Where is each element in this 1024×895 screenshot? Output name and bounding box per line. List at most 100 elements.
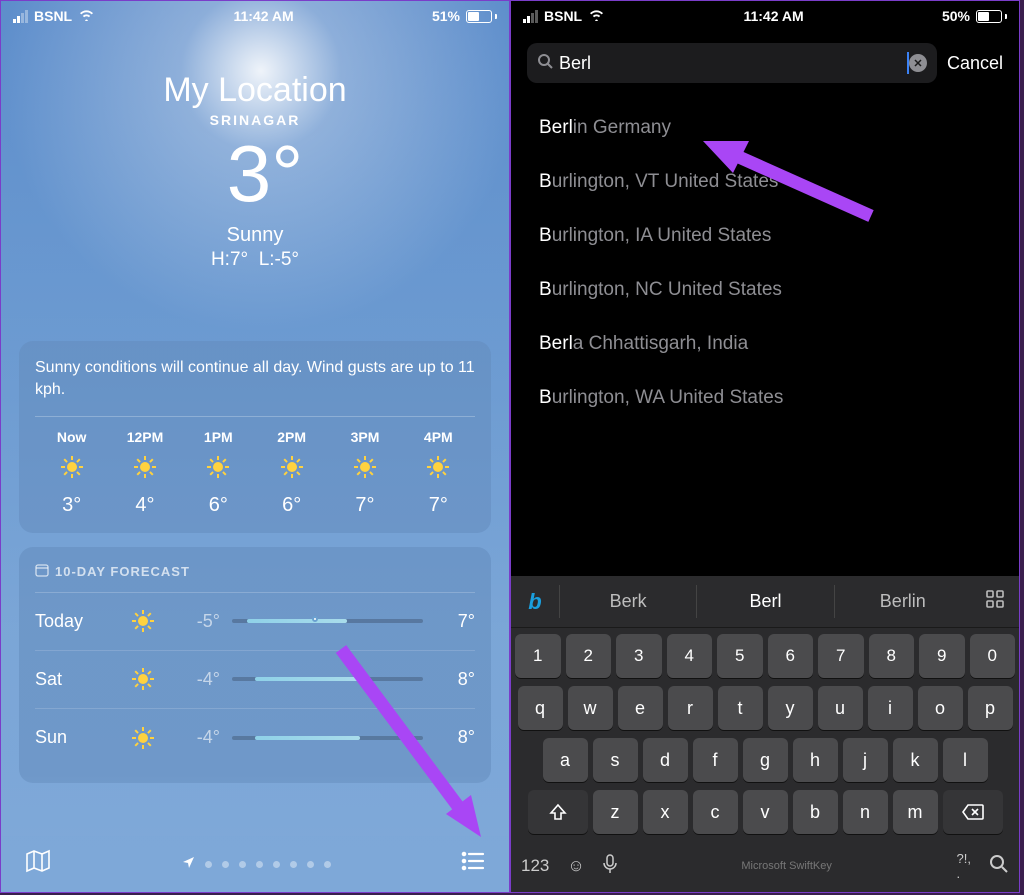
search-result[interactable]: Burlington, VT United States: [539, 155, 991, 209]
search-result[interactable]: Berlin Germany: [539, 101, 991, 155]
key-s[interactable]: s: [593, 738, 638, 782]
search-field[interactable]: ✕: [527, 43, 937, 83]
hour-time: 1PM: [204, 429, 233, 445]
key-h[interactable]: h: [793, 738, 838, 782]
location-title: My Location: [1, 71, 509, 110]
signal-icon: [523, 10, 538, 23]
page-dot[interactable]: [307, 861, 314, 868]
key-e[interactable]: e: [618, 686, 663, 730]
emoji-key[interactable]: ☺: [567, 856, 584, 876]
summary-text: Sunny conditions will continue all day. …: [35, 357, 475, 417]
key-i[interactable]: i: [868, 686, 913, 730]
wifi-icon: [78, 8, 95, 25]
hourly-item: 12PM4°: [108, 429, 181, 517]
keyboard-grid-icon[interactable]: [971, 590, 1019, 613]
forecast-header: 10-DAY FORECAST: [35, 563, 475, 593]
key-0[interactable]: 0: [970, 634, 1016, 678]
hi-lo-label: H:7° L:-5°: [1, 249, 509, 271]
key-t[interactable]: t: [718, 686, 763, 730]
bing-icon[interactable]: b: [511, 589, 559, 615]
temp-range-bar: [232, 677, 423, 681]
page-dot[interactable]: [256, 861, 263, 868]
key-r[interactable]: r: [668, 686, 713, 730]
signal-icon: [13, 10, 28, 23]
sun-icon: [133, 455, 157, 484]
list-button[interactable]: [461, 851, 485, 877]
clear-button[interactable]: ✕: [909, 54, 927, 72]
current-temp: 3°: [21, 134, 509, 214]
mic-key[interactable]: [603, 854, 617, 879]
search-result[interactable]: Burlington, WA United States: [539, 371, 991, 425]
suggestion[interactable]: Berlin: [834, 585, 971, 618]
sun-icon: [206, 455, 230, 484]
key-b[interactable]: b: [793, 790, 838, 834]
key-d[interactable]: d: [643, 738, 688, 782]
key-4[interactable]: 4: [667, 634, 713, 678]
forecast-low: -4°: [170, 669, 220, 690]
key-n[interactable]: n: [843, 790, 888, 834]
key-7[interactable]: 7: [818, 634, 864, 678]
forecast-day: Sat: [35, 669, 115, 690]
search-input[interactable]: [559, 53, 906, 74]
key-k[interactable]: k: [893, 738, 938, 782]
key-5[interactable]: 5: [717, 634, 763, 678]
key-v[interactable]: v: [743, 790, 788, 834]
hourly-item: 3PM7°: [328, 429, 401, 517]
sun-icon: [60, 455, 84, 484]
key-1[interactable]: 1: [515, 634, 561, 678]
suggestion[interactable]: Berk: [559, 585, 696, 618]
key-2[interactable]: 2: [566, 634, 612, 678]
key-u[interactable]: u: [818, 686, 863, 730]
key-3[interactable]: 3: [616, 634, 662, 678]
hourly-card: Sunny conditions will continue all day. …: [19, 341, 491, 533]
backspace-key[interactable]: [943, 790, 1003, 834]
key-w[interactable]: w: [568, 686, 613, 730]
key-a[interactable]: a: [543, 738, 588, 782]
key-8[interactable]: 8: [869, 634, 915, 678]
status-time: 11:42 AM: [95, 8, 432, 24]
key-z[interactable]: z: [593, 790, 638, 834]
wifi-icon: [588, 8, 605, 25]
map-button[interactable]: [25, 849, 51, 879]
page-dot[interactable]: [222, 861, 229, 868]
key-y[interactable]: y: [768, 686, 813, 730]
key-c[interactable]: c: [693, 790, 738, 834]
search-result[interactable]: Burlington, NC United States: [539, 263, 991, 317]
key-o[interactable]: o: [918, 686, 963, 730]
status-time: 11:42 AM: [605, 8, 942, 24]
keyboard[interactable]: b Berk Berl Berlin 1234567890 qwertyuiop…: [511, 576, 1019, 892]
key-m[interactable]: m: [893, 790, 938, 834]
forecast-high: 8°: [435, 727, 475, 748]
page-dot[interactable]: [239, 861, 246, 868]
search-result[interactable]: Burlington, IA United States: [539, 209, 991, 263]
key-9[interactable]: 9: [919, 634, 965, 678]
key-f[interactable]: f: [693, 738, 738, 782]
key-g[interactable]: g: [743, 738, 788, 782]
key-q[interactable]: q: [518, 686, 563, 730]
hour-temp: 3°: [62, 494, 81, 517]
temp-range-bar: [232, 736, 423, 740]
page-dot[interactable]: [205, 861, 212, 868]
key-j[interactable]: j: [843, 738, 888, 782]
cancel-button[interactable]: Cancel: [947, 53, 1003, 74]
keyboard-brand[interactable]: Microsoft SwiftKey: [635, 860, 939, 872]
search-key[interactable]: [989, 854, 1009, 879]
key-6[interactable]: 6: [768, 634, 814, 678]
numbers-key[interactable]: 123: [521, 856, 549, 876]
forecast-low: -5°: [170, 611, 220, 632]
page-indicator[interactable]: [51, 856, 461, 872]
hourly-item: Now3°: [35, 429, 108, 517]
key-p[interactable]: p: [968, 686, 1013, 730]
punctuation-key[interactable]: ?!,.: [957, 851, 971, 881]
suggestion[interactable]: Berl: [696, 585, 833, 618]
shift-key[interactable]: [528, 790, 588, 834]
key-x[interactable]: x: [643, 790, 688, 834]
battery-percent: 51%: [432, 8, 460, 24]
page-dot[interactable]: [273, 861, 280, 868]
hour-temp: 7°: [429, 494, 448, 517]
page-dot[interactable]: [290, 861, 297, 868]
page-dot[interactable]: [324, 861, 331, 868]
forecast-low: -4°: [170, 727, 220, 748]
key-l[interactable]: l: [943, 738, 988, 782]
search-result[interactable]: Berla Chhattisgarh, India: [539, 317, 991, 371]
